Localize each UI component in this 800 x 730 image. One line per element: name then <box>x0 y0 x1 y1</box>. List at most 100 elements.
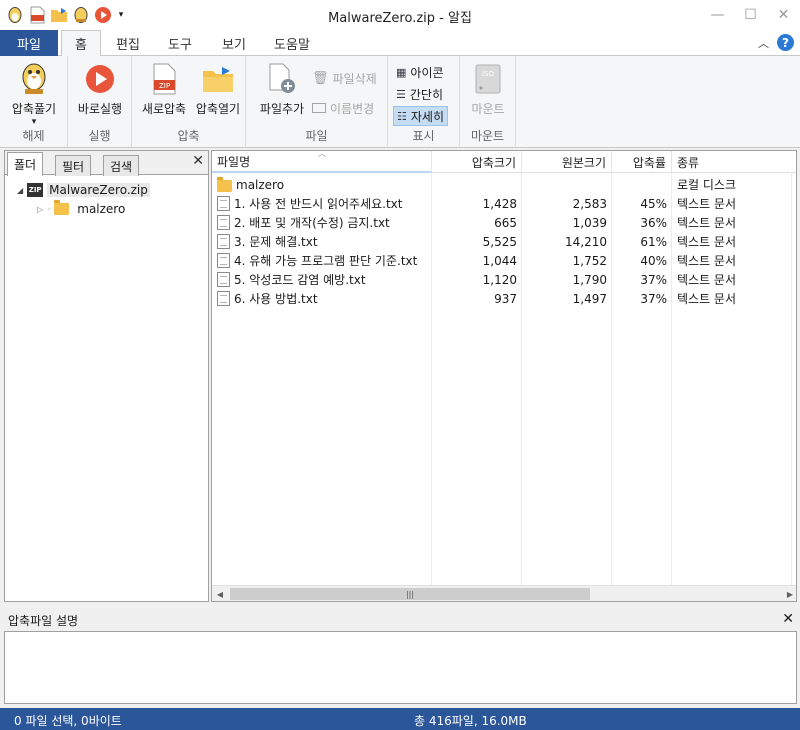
play-icon <box>83 62 117 96</box>
tab-filter[interactable]: 필터 <box>55 155 92 176</box>
file-name: 3. 문제 해결.txt <box>234 235 318 249</box>
group-label-file: 파일 <box>305 129 328 143</box>
close-button[interactable]: ✕ <box>767 0 800 30</box>
description-header: 압축파일 설명 ✕ <box>0 609 800 631</box>
tab-edit[interactable]: 편집 <box>108 30 148 56</box>
alzip-logo-icon[interactable] <box>6 6 24 24</box>
tab-home[interactable]: 홈 <box>61 30 101 57</box>
compression-ratio: 40% <box>640 253 667 268</box>
view-icons-button[interactable]: ▦ 아이콘 <box>396 62 444 82</box>
file-name: 2. 배포 및 개작(수정) 금지.txt <box>234 216 390 230</box>
delete-file-button[interactable]: 🗑 파일삭제 <box>312 68 377 88</box>
table-row[interactable]: 1. 사용 전 반드시 읽어주세요.txt 1,428 2,583 45% 텍스트 문서 <box>212 194 796 213</box>
scroll-left-icon[interactable]: ◀ <box>212 586 228 601</box>
tab-tools[interactable]: 도구 <box>160 30 200 56</box>
delete-file-label: 파일삭제 <box>332 71 377 86</box>
tree-root[interactable]: ◢ ZIP MalwareZero.zip <box>17 183 150 197</box>
tab-folder[interactable]: 폴더 <box>7 152 44 176</box>
packed-size: 937 <box>494 291 517 306</box>
group-label-view: 표시 <box>412 129 435 143</box>
collapse-ribbon-icon[interactable]: ︿ <box>758 35 769 51</box>
table-row[interactable]: 4. 유해 가능 프로그램 판단 기준.txt 1,044 1,752 40% 텍스트 … <box>212 251 796 270</box>
folder-open-icon <box>201 62 235 96</box>
file-type: 텍스트 문서 <box>677 292 737 306</box>
extract-icon[interactable] <box>72 6 90 24</box>
text-file-icon <box>217 196 230 211</box>
original-size: 1,039 <box>572 215 607 230</box>
group-label-compress: 압축 <box>177 129 200 143</box>
run-button[interactable]: 바로실행 <box>74 62 126 117</box>
view-detail-label: 자세히 <box>410 109 444 124</box>
column-type[interactable]: 종류 <box>672 151 796 173</box>
table-row[interactable]: 2. 배포 및 개작(수정) 금지.txt 665 1,039 36% 텍스트 문서 <box>212 213 796 232</box>
extract-icon <box>17 62 51 96</box>
file-name: 6. 사용 방법.txt <box>234 292 318 306</box>
archive-description-panel: 압축파일 설명 ✕ <box>0 609 800 707</box>
tab-file[interactable]: 파일 <box>0 30 58 56</box>
mount-button[interactable]: ISO 마운트 <box>462 62 514 117</box>
list-icon: ☰ <box>396 87 406 101</box>
tab-help[interactable]: 도움말 <box>262 30 322 56</box>
compression-ratio <box>612 175 672 194</box>
panel-close-icon[interactable]: ✕ <box>192 153 204 169</box>
rename-button[interactable]: 이름변경 <box>312 98 374 118</box>
table-row[interactable]: 6. 사용 방법.txt 937 1,497 37% 텍스트 문서 <box>212 289 796 308</box>
zip-archive-icon: ZIP <box>27 183 44 197</box>
file-type: 로컬 디스크 <box>677 178 737 192</box>
new-zip-icon[interactable] <box>28 6 46 24</box>
original-size: 1,497 <box>572 291 607 306</box>
compression-ratio: 37% <box>640 291 667 306</box>
table-row[interactable]: malzero 로컬 디스크 <box>212 175 796 194</box>
panel-tabs: 폴더 필터 검색 ✕ <box>5 151 208 176</box>
scroll-thumb[interactable]: ||| <box>230 588 590 600</box>
column-packed-size[interactable]: 압축크기 <box>432 151 522 173</box>
group-compress: ZIP 새로압축 압축열기 압축 <box>132 56 246 148</box>
compression-ratio: 36% <box>640 215 667 230</box>
file-name: malzero <box>236 177 285 192</box>
minimize-button[interactable]: — <box>701 0 734 30</box>
table-row[interactable]: 5. 악성코드 감염 예방.txt 1,120 1,790 37% 텍스트 문서 <box>212 270 796 289</box>
open-folder-icon[interactable] <box>50 6 68 24</box>
column-name[interactable]: 파일명 ︿ <box>212 151 432 173</box>
tab-search[interactable]: 검색 <box>103 155 140 176</box>
view-simple-button[interactable]: ☰ 간단히 <box>396 84 443 104</box>
add-file-label: 파일추가 <box>259 102 305 116</box>
packed-size <box>432 175 522 194</box>
horizontal-scrollbar[interactable]: ◀ ||| ▶ <box>212 585 796 601</box>
file-type: 텍스트 문서 <box>677 273 737 287</box>
customize-dropdown-icon[interactable]: ▾ <box>116 6 126 24</box>
packed-size: 1,044 <box>482 253 517 268</box>
original-size: 2,583 <box>572 196 607 211</box>
zip-badge-text: ZIP <box>159 82 170 90</box>
original-size: 14,210 <box>565 234 607 249</box>
tree-child-folder[interactable]: ▷ ·· malzero <box>37 200 125 216</box>
open-archive-label: 압축열기 <box>195 102 241 116</box>
maximize-button[interactable]: ☐ <box>734 0 767 30</box>
tree-collapse-icon[interactable]: ◢ <box>17 186 23 195</box>
packed-size: 1,120 <box>482 272 517 287</box>
file-type: 텍스트 문서 <box>677 235 737 249</box>
view-detail-button[interactable]: ☷ 자세히 <box>393 106 448 126</box>
tree-expand-icon[interactable]: ▷ <box>37 205 43 214</box>
text-file-icon <box>217 272 230 287</box>
run-icon[interactable] <box>94 6 112 24</box>
extract-dropdown-icon[interactable]: ▾ <box>32 117 37 127</box>
table-row[interactable]: 3. 문제 해결.txt 5,525 14,210 61% 텍스트 문서 <box>212 232 796 251</box>
description-textarea[interactable] <box>4 631 797 704</box>
ribbon-tabs: 파일 홈 편집 도구 보기 도움말 ︿ ? <box>0 30 800 57</box>
column-original-size[interactable]: 원본크기 <box>522 151 612 173</box>
help-icon[interactable]: ? <box>777 34 794 51</box>
add-file-button[interactable]: 파일추가 <box>254 62 310 117</box>
extract-button[interactable]: 압축풀기 ▾ <box>8 62 60 127</box>
scroll-right-icon[interactable]: ▶ <box>782 586 796 601</box>
compression-ratio: 37% <box>640 272 667 287</box>
folder-icon <box>54 200 70 215</box>
column-ratio[interactable]: 압축률 <box>612 151 672 173</box>
tree-line: ·· <box>47 204 51 214</box>
tab-view[interactable]: 보기 <box>212 30 256 56</box>
description-title: 압축파일 설명 <box>8 613 79 628</box>
new-compress-button[interactable]: ZIP 새로압축 <box>138 62 190 117</box>
packed-size: 665 <box>494 215 517 230</box>
open-archive-button[interactable]: 압축열기 <box>192 62 244 117</box>
description-close-icon[interactable]: ✕ <box>782 611 794 627</box>
